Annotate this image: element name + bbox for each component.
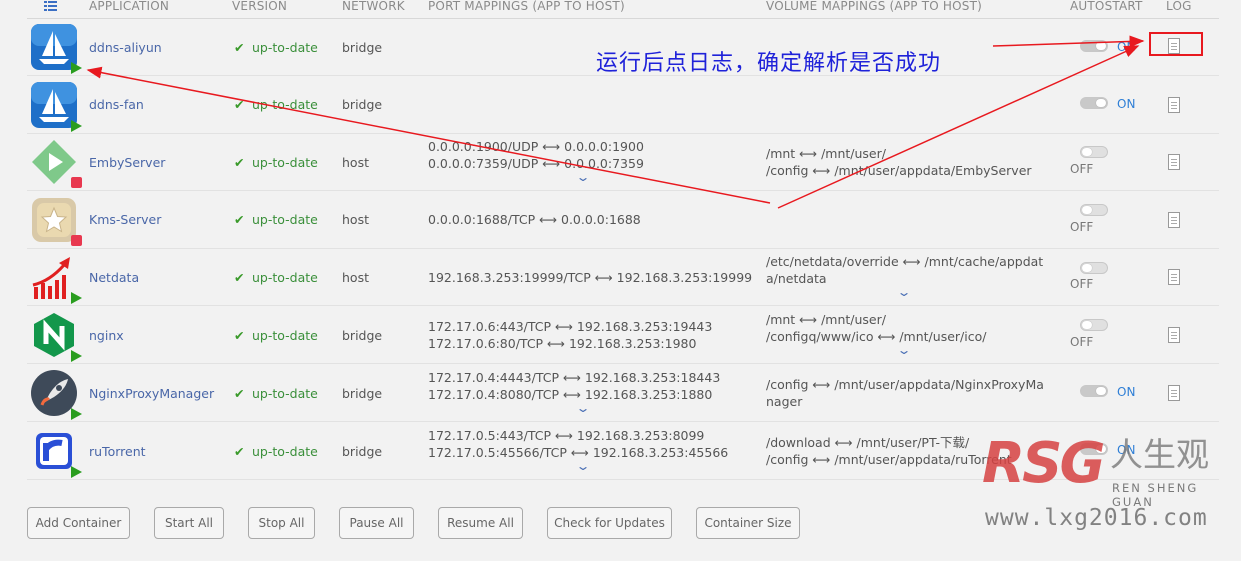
arrow-to-log-box [777,45,1140,209]
watermark-logo: RSG [982,431,1105,496]
watermark-url: www.lxg2016.com [985,505,1208,531]
watermark-cn: 人生观 [1110,435,1209,474]
arrow-to-log [992,35,1145,48]
arrow-to-app [86,66,771,204]
